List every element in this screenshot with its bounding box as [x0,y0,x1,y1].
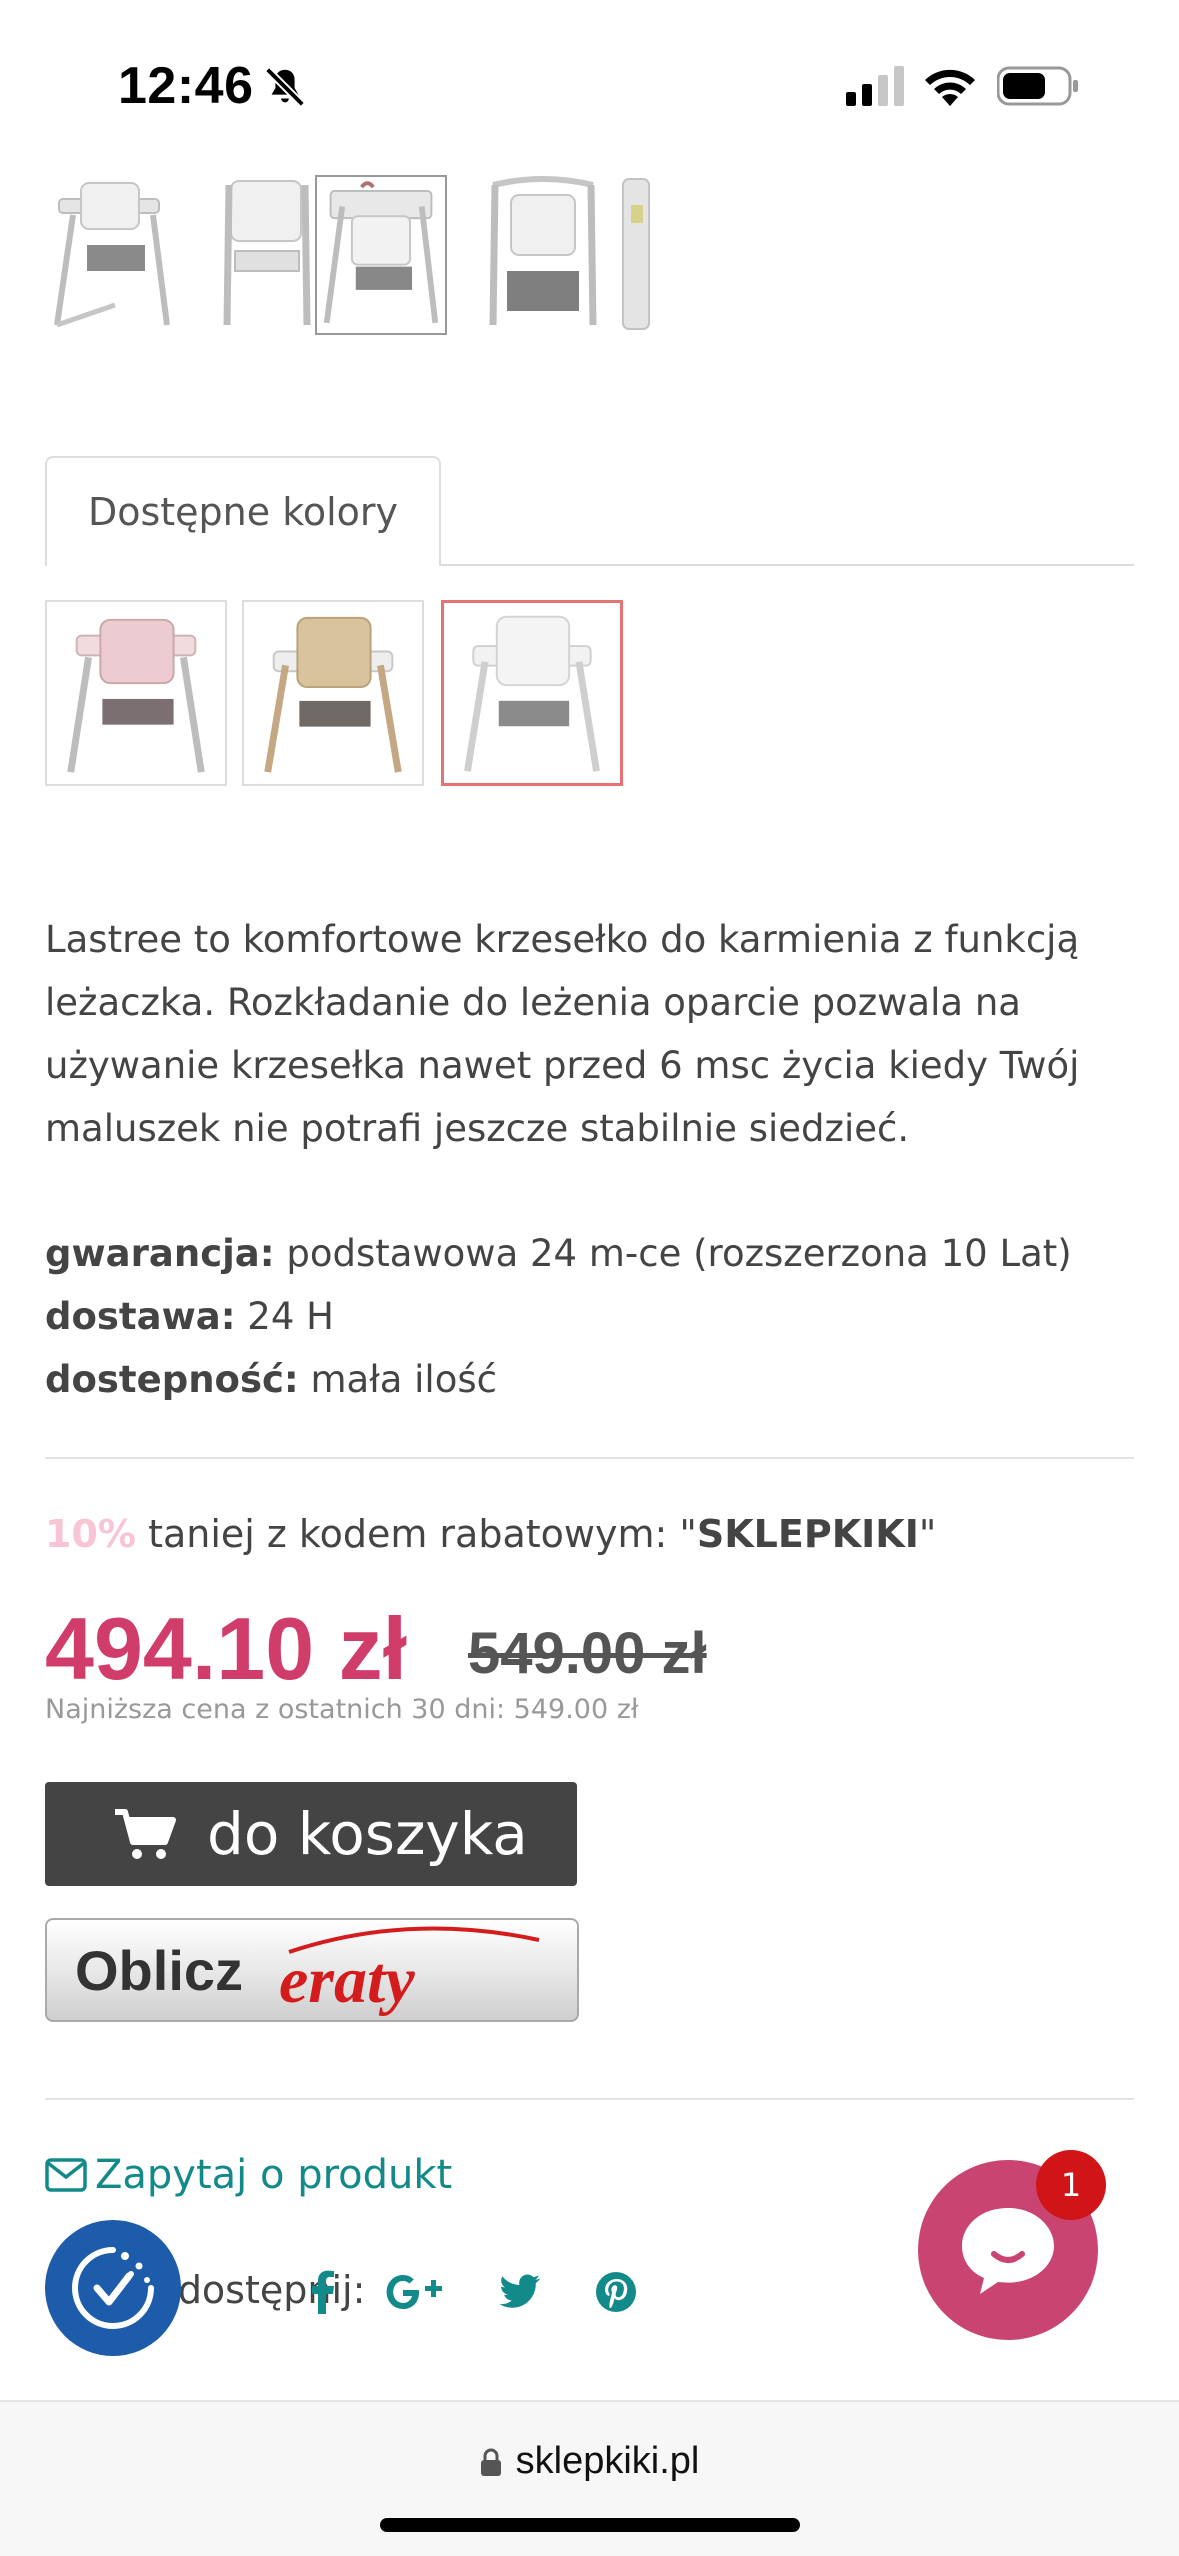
promo-line: 10% taniej z kodem rabatowym: "SKLEPKIKI… [45,1512,936,1556]
spec-delivery-label: dostawa: [45,1295,236,1338]
product-gallery [45,175,685,335]
eraty-oblicz-label: Oblicz [75,1939,244,2002]
facebook-icon[interactable] [292,2262,352,2322]
promo-code: SKLEPKIKI [696,1512,919,1556]
spec-delivery-value: 24 H [247,1295,334,1338]
promo-percent: 10% [45,1512,136,1556]
spec-availability: dostepność: mała ilość [45,1348,1135,1411]
signal-icon [846,66,904,106]
promo-quote-close: " [918,1512,937,1556]
product-description: Lastree to komfortowe krzesełko do karmi… [45,918,1080,1150]
promo-quote-open: " [679,1512,697,1556]
spec-warranty: gwarancja: podstawowa 24 m-ce (rozszerzo… [45,1222,1135,1285]
gallery-thumbnail[interactable] [201,175,333,335]
bell-off-icon [265,67,305,107]
battery-icon [997,66,1078,106]
cookie-settings-button[interactable] [45,2220,181,2356]
envelope-icon [45,2158,87,2192]
spec-warranty-label: gwarancja: [45,1232,275,1275]
home-indicator[interactable] [380,2518,800,2532]
price-old: 549.00 zł [468,1621,707,1686]
divider [45,2098,1134,2100]
google-plus-icon[interactable] [386,2262,446,2322]
gallery-thumbnail[interactable] [601,175,685,335]
color-option-pink[interactable] [45,600,227,786]
cookie-check-icon [72,2247,154,2329]
url-text: sklepkiki.pl [515,2440,700,2482]
spec-delivery: dostawa: 24 H [45,1285,1135,1348]
ask-about-product-link[interactable]: Zapytaj o produkt [45,2152,452,2198]
spec-availability-label: dostepność: [45,1358,299,1401]
spec-availability-value: mała ilość [310,1358,497,1401]
browser-address-bar: sklepkiki.pl [0,2400,1179,2556]
cart-icon [115,1809,176,1859]
color-option-grey-selected[interactable] [441,600,623,786]
promo-text: taniej z kodem rabatowym: [148,1512,668,1556]
add-to-cart-label: do koszyka [207,1800,528,1868]
eraty-logo: eraty [279,1926,540,2017]
ask-about-product-label: Zapytaj o produkt [95,2152,453,2198]
color-option-beige[interactable] [242,600,424,786]
tab-available-colors[interactable]: Dostępne kolory [45,456,441,566]
lock-icon [480,2448,501,2476]
price-current: 494.10 zł [45,1599,408,1698]
pinterest-icon[interactable] [586,2262,646,2322]
status-bar: 12:46 [0,0,1179,150]
chat-notification-badge: 1 [1036,2150,1106,2220]
status-time: 12:46 [118,57,254,115]
chat-bubble-icon [962,2208,1054,2294]
gallery-thumbnail-active[interactable] [315,175,447,335]
divider [45,1457,1134,1459]
lowest-price-note: Najniższa cena z ostatnich 30 dni: 549.0… [45,1694,639,1725]
eraty-brand-text: eraty [279,1944,415,2017]
wifi-icon [925,69,975,106]
eraty-calculate-button[interactable]: Oblicz eraty [45,1918,579,2022]
add-to-cart-button[interactable]: do koszyka [45,1782,577,1886]
twitter-icon[interactable] [490,2262,550,2322]
url-field[interactable]: sklepkiki.pl [0,2440,1179,2483]
gallery-thumbnail[interactable] [45,175,177,335]
product-specs: gwarancja: podstawowa 24 m-ce (rozszerzo… [45,1222,1135,1411]
gallery-thumbnail[interactable] [477,175,609,335]
spec-warranty-value: podstawowa 24 m-ce (rozszerzona 10 Lat) [286,1232,1072,1275]
